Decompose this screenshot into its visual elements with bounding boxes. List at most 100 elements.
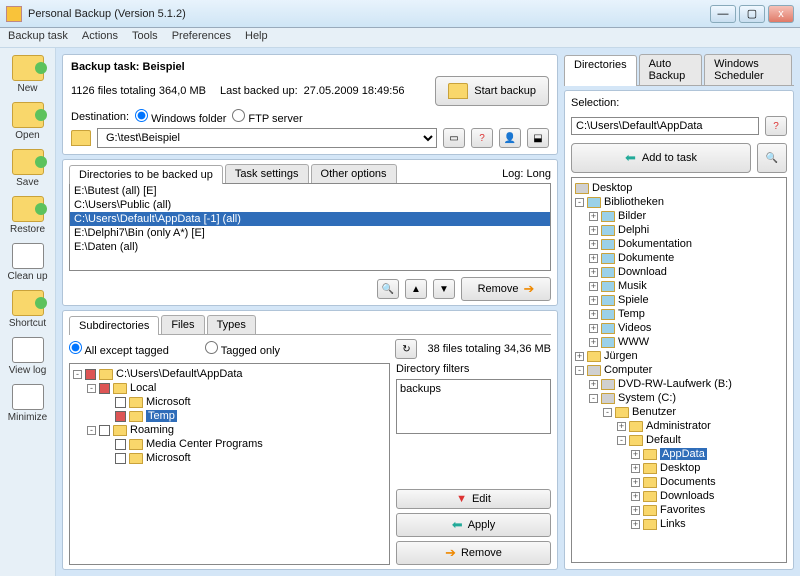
selection-label: Selection: (571, 97, 787, 109)
tree-item[interactable]: Links (660, 518, 686, 530)
sidebar-restore[interactable]: Restore (2, 193, 53, 238)
checkbox-icon[interactable] (85, 369, 96, 380)
arrow-left-icon: ⬅ (452, 517, 463, 533)
sidebar-minimize[interactable]: Minimize (2, 381, 53, 426)
directory-list[interactable]: E:\Butest (all) [E] C:\Users\Public (all… (69, 183, 551, 271)
arrow-left-icon: ⬅ (625, 150, 636, 166)
sidebar-new[interactable]: New (2, 52, 53, 97)
help-button-2[interactable]: ? (765, 116, 787, 136)
task-stats: 1126 files totaling 364,0 MB (71, 85, 206, 97)
drive-icon (601, 379, 615, 390)
folder-icon (113, 383, 127, 394)
tree-item[interactable]: Favorites (660, 504, 705, 516)
menu-help[interactable]: Help (245, 30, 268, 45)
folder-icon (448, 83, 468, 99)
maximize-button[interactable]: ▢ (739, 5, 765, 23)
tree-item[interactable]: Temp (618, 308, 645, 320)
last-backup-label: Last backed up: (220, 85, 298, 97)
tree-item[interactable]: Downloads (660, 490, 714, 502)
tab-win-scheduler[interactable]: Windows Scheduler (704, 54, 792, 85)
start-backup-button[interactable]: Start backup (435, 76, 549, 106)
minimize-button[interactable]: — (710, 5, 736, 23)
apply-filter-button[interactable]: ⬅Apply (396, 513, 551, 537)
dir-item[interactable]: E:\Daten (all) (70, 240, 550, 254)
drive-icon (601, 393, 615, 404)
collapse-icon[interactable]: - (87, 384, 96, 393)
folder-icon (601, 337, 615, 348)
browse-button[interactable]: 🔍 (757, 143, 787, 173)
sidebar-shortcut[interactable]: Shortcut (2, 287, 53, 332)
user-button[interactable]: 👤 (499, 128, 521, 148)
tree-item[interactable]: Delphi (618, 224, 649, 236)
folder-icon (129, 439, 143, 450)
tree-item[interactable]: Videos (618, 322, 651, 334)
tree-item[interactable]: Dokumente (618, 252, 674, 264)
move-up-button[interactable]: ▲ (405, 279, 427, 299)
dir-item[interactable]: E:\Butest (all) [E] (70, 184, 550, 198)
move-down-button[interactable]: ▼ (433, 279, 455, 299)
checkbox-icon[interactable] (115, 397, 126, 408)
menu-backup-task[interactable]: Backup task (8, 30, 68, 45)
folder-icon (629, 421, 643, 432)
sidebar-cleanup[interactable]: Clean up (2, 240, 53, 285)
filesystem-tree[interactable]: Desktop -Bibliotheken +Bilder+Delphi+Dok… (571, 177, 787, 563)
subdir-tree[interactable]: -C:\Users\Default\AppData -Local Microso… (69, 363, 390, 565)
tab-directories[interactable]: Directories to be backed up (69, 165, 223, 184)
tree-item[interactable]: Musik (618, 280, 647, 292)
menu-actions[interactable]: Actions (82, 30, 118, 45)
tree-item[interactable]: Documents (660, 476, 716, 488)
dest-radio-windows[interactable]: Windows folder (135, 109, 226, 125)
sidebar-viewlog[interactable]: View log (2, 334, 53, 379)
checkbox-icon[interactable] (99, 425, 110, 436)
tree-item[interactable]: WWW (618, 336, 649, 348)
task-button[interactable]: ⬓ (527, 128, 549, 148)
tree-item[interactable]: Desktop (660, 462, 700, 474)
menu-preferences[interactable]: Preferences (172, 30, 231, 45)
tab-auto-backup[interactable]: Auto Backup (639, 54, 703, 85)
tab-files[interactable]: Files (161, 315, 204, 334)
radio-tagged-only[interactable]: Tagged only (205, 341, 280, 357)
dest-radio-ftp[interactable]: FTP server (232, 109, 302, 125)
drive-button[interactable]: ▭ (443, 128, 465, 148)
checkbox-icon[interactable] (115, 439, 126, 450)
checkbox-icon[interactable] (115, 453, 126, 464)
collapse-icon[interactable]: - (87, 426, 96, 435)
new-icon (12, 55, 44, 81)
close-button[interactable]: x (768, 5, 794, 23)
viewlog-icon (12, 337, 44, 363)
inspect-button[interactable]: 🔍 (377, 279, 399, 299)
filter-list[interactable]: backups (396, 379, 551, 434)
checkbox-icon[interactable] (99, 383, 110, 394)
menu-tools[interactable]: Tools (132, 30, 158, 45)
tree-item[interactable]: AppData (660, 448, 707, 460)
tab-subdirectories[interactable]: Subdirectories (69, 316, 159, 335)
sidebar-save[interactable]: Save (2, 146, 53, 191)
tab-r-directories[interactable]: Directories (564, 55, 637, 86)
destination-path-select[interactable]: G:\test\Beispiel (97, 128, 437, 148)
edit-filter-button[interactable]: ▼Edit (396, 489, 551, 509)
remove-filter-button[interactable]: ➔Remove (396, 541, 551, 565)
checkbox-icon[interactable] (115, 411, 126, 422)
dir-item[interactable]: C:\Users\Default\AppData [-1] (all) (70, 212, 550, 226)
dir-item[interactable]: C:\Users\Public (all) (70, 198, 550, 212)
tab-types[interactable]: Types (207, 315, 256, 334)
filter-icon: ▼ (456, 493, 467, 505)
sidebar-open[interactable]: Open (2, 99, 53, 144)
remove-dir-button[interactable]: Remove➔ (461, 277, 551, 301)
tab-task-settings[interactable]: Task settings (225, 164, 309, 183)
last-backup-value: 27.05.2009 18:49:56 (304, 85, 405, 97)
refresh-button[interactable]: ↻ (395, 339, 417, 359)
collapse-icon[interactable]: - (73, 370, 82, 379)
tree-item[interactable]: Spiele (618, 294, 649, 306)
tree-item[interactable]: Dokumentation (618, 238, 692, 250)
add-to-task-button[interactable]: ⬅Add to task (571, 143, 751, 173)
tree-item[interactable]: Download (618, 266, 667, 278)
library-icon (587, 197, 601, 208)
help-button[interactable]: ? (471, 128, 493, 148)
sub-stats: 38 files totaling 34,36 MB (427, 343, 551, 355)
radio-all-except[interactable]: All except tagged (69, 341, 169, 357)
tab-other-options[interactable]: Other options (311, 164, 397, 183)
destination-label: Destination: (71, 111, 129, 123)
tree-item[interactable]: Bilder (618, 210, 646, 222)
dir-item[interactable]: E:\Delphi7\Bin (only A*) [E] (70, 226, 550, 240)
